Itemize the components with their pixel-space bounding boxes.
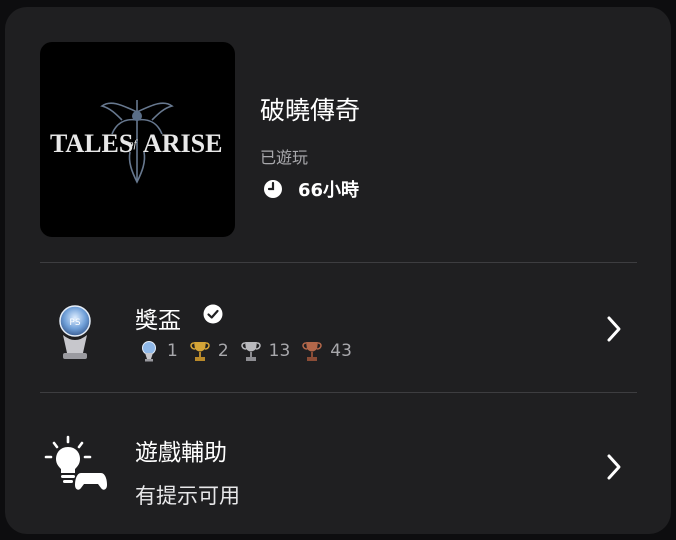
silver-count-value: 13: [268, 341, 291, 361]
svg-text:PS: PS: [69, 318, 80, 328]
playtime-value: 66小時: [298, 180, 360, 201]
checkmark-icon: [203, 304, 223, 324]
chevron-right-icon[interactable]: [606, 315, 622, 343]
game-cover-art: TALES of ARISE: [40, 42, 235, 237]
game-info-card: TALES of ARISE 破曉傳奇 已遊玩 66小時 PS 獎盃 1 2 1…: [5, 7, 671, 534]
clock-icon: [264, 180, 282, 198]
platinum-trophy-icon: [142, 341, 156, 362]
played-label: 已遊玩: [260, 148, 309, 167]
bronze-count-value: 43: [330, 341, 352, 361]
trophies-title: 獎盃: [135, 308, 181, 334]
gold-trophy-icon: [190, 342, 210, 361]
game-title: 破曉傳奇: [260, 96, 361, 125]
platinum-trophy-icon: PS: [59, 305, 91, 359]
svg-text:TALES: TALES: [50, 129, 133, 158]
chevron-right-icon[interactable]: [606, 453, 622, 481]
game-help-row[interactable]: 遊戲輔助 有提示可用: [5, 393, 671, 523]
silver-count: 13: [240, 340, 291, 362]
silver-trophy-icon: [240, 342, 261, 361]
trophies-row[interactable]: PS 獎盃: [5, 263, 671, 392]
platinum-count-value: 1: [167, 341, 178, 361]
hint-lightbulb-controller-icon: [44, 435, 107, 490]
gold-count-value: 2: [217, 341, 229, 361]
bronze-trophy-icon: [302, 342, 323, 361]
tales-of-arise-logo: TALES of ARISE: [50, 100, 222, 184]
playtime-row: 66小時: [263, 177, 359, 201]
bronze-count: 43: [302, 340, 352, 362]
svg-text:ARISE: ARISE: [143, 129, 222, 158]
platinum-count: 1: [139, 340, 178, 362]
game-help-title: 遊戲輔助: [135, 440, 227, 466]
game-help-subtitle: 有提示可用: [135, 484, 240, 508]
trophy-counts: 1 2 13 43: [139, 339, 364, 363]
gold-count: 2: [190, 340, 229, 362]
